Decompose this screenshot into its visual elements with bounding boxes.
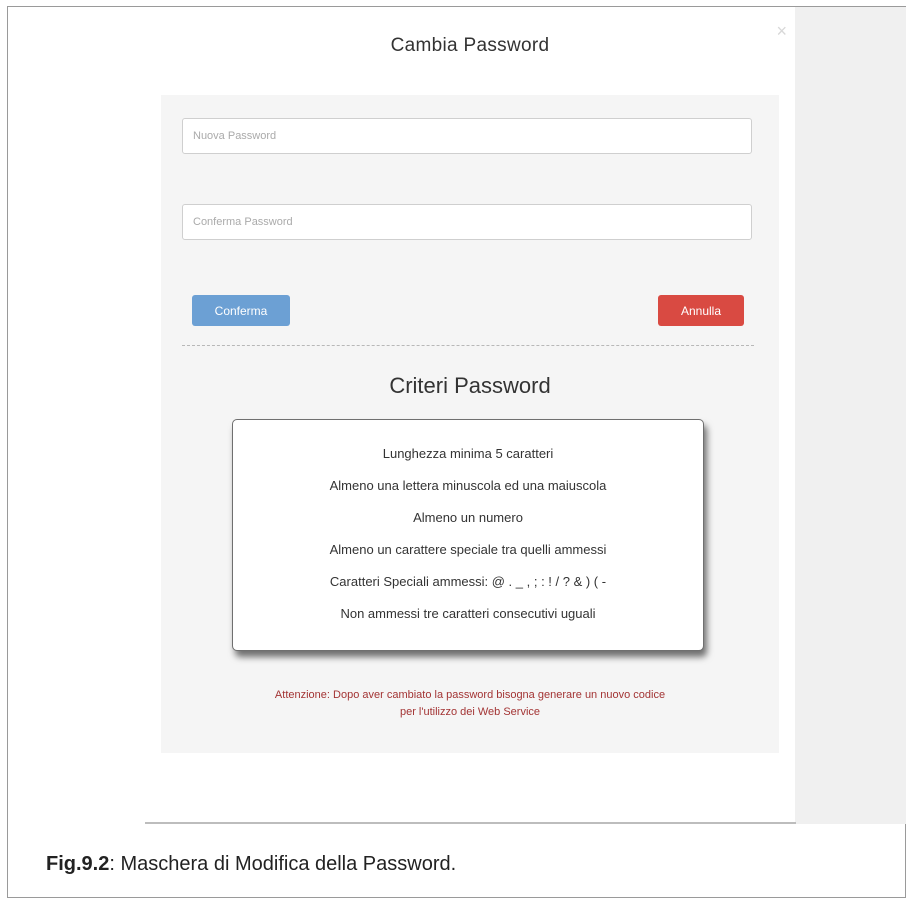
close-icon[interactable]: × <box>776 21 787 42</box>
criteria-item: Lunghezza minima 5 caratteri <box>382 446 554 461</box>
figure-frame: Cambia Password × Conferma Annulla Crite… <box>7 6 906 898</box>
criteria-item: Almeno una lettera minuscola ed una maiu… <box>329 478 607 493</box>
confirm-button[interactable]: Conferma <box>192 295 290 326</box>
criteria-item: Non ammessi tre caratteri consecutivi ug… <box>340 606 596 621</box>
criteria-item: Caratteri Speciali ammessi: @ . _ , ; : … <box>329 574 607 589</box>
new-password-input[interactable] <box>182 118 752 154</box>
criteria-item: Almeno un carattere speciale tra quelli … <box>329 542 607 557</box>
warning-line: Attenzione: Dopo aver cambiato la passwo… <box>274 689 666 701</box>
modal-bottom-edge <box>145 822 796 824</box>
criteria-title: Criteri Password <box>389 373 551 398</box>
figure-label: Fig.9.2 <box>46 853 110 875</box>
backdrop-right <box>795 7 906 824</box>
warning-message: Attenzione: Dopo aver cambiato la passwo… <box>161 687 779 721</box>
modal-title: Cambia Password <box>390 35 550 56</box>
figure-caption: Fig.9.2: Maschera di Modifica della Pass… <box>46 853 456 876</box>
backdrop-left <box>8 7 145 824</box>
warning-line: per l'utilizzo dei Web Service <box>399 706 541 718</box>
change-password-modal: Cambia Password × Conferma Annulla Crite… <box>145 7 795 822</box>
dashed-divider <box>182 345 754 346</box>
criteria-box: Lunghezza minima 5 caratteri Almeno una … <box>232 419 704 651</box>
criteria-item: Almeno un numero <box>413 510 523 525</box>
confirm-password-input[interactable] <box>182 204 752 240</box>
modal-body-panel: Conferma Annulla Criteri Password Lunghe… <box>161 95 779 753</box>
figure-caption-text: : Maschera di Modifica della Password. <box>109 853 457 875</box>
cancel-button[interactable]: Annulla <box>658 295 744 326</box>
